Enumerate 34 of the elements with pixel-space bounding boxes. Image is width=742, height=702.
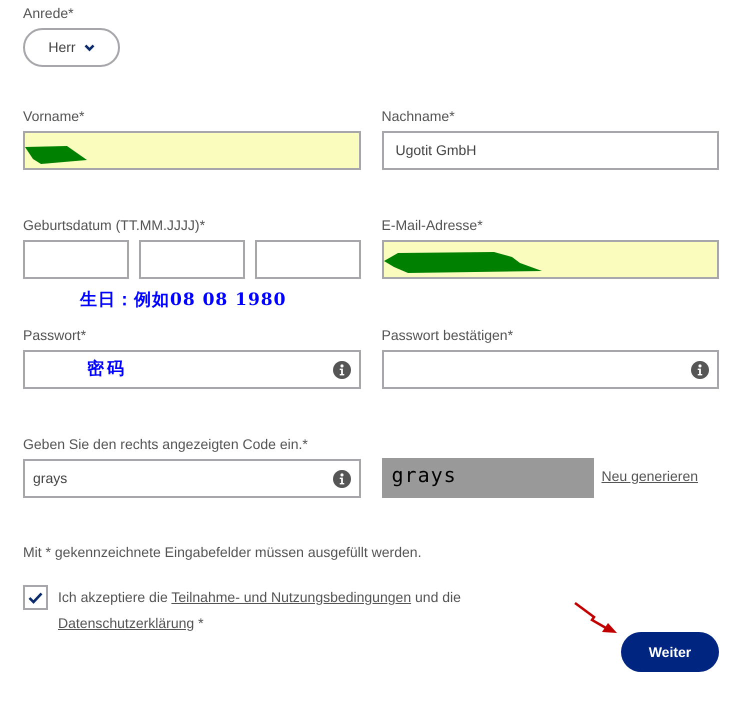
date-part-field[interactable] bbox=[254, 240, 360, 279]
checkmark-icon bbox=[28, 592, 43, 604]
field-label: Vorname* bbox=[23, 107, 86, 125]
field-label: Geben Sie den rechts angezeigten Code ein.* bbox=[23, 435, 309, 453]
submit-button[interactable]: Weiter bbox=[621, 632, 719, 672]
field-label: E-Mail-Adresse* bbox=[382, 216, 484, 234]
regenerate-link[interactable]: Neu generieren bbox=[602, 466, 698, 487]
chevron-down-icon bbox=[84, 44, 95, 52]
privacy-link[interactable]: Datenschutzerklärung bbox=[58, 615, 194, 631]
salutation-dropdown[interactable]: Herr bbox=[23, 28, 120, 67]
field-label: Passwort bestätigen* bbox=[382, 326, 514, 344]
annotation-text: 生日：例如08 08 1980 bbox=[80, 289, 286, 312]
info-icon[interactable] bbox=[332, 470, 350, 488]
input-field[interactable] bbox=[382, 240, 719, 279]
field-label: Nachname* bbox=[382, 107, 456, 125]
consent-text: Ich akzeptiere die Teilnahme- und Nutzungsbedingungen und die Datenschutzerklärung * bbox=[58, 588, 462, 633]
terms-link[interactable]: Teilnahme- und Nutzungsbedingungen bbox=[171, 589, 412, 605]
password-field[interactable] bbox=[382, 350, 719, 389]
required-note: Mit * gekennzeichnete Eingabefelder müssen ausgefüllt werden. bbox=[23, 543, 422, 562]
checkbox[interactable] bbox=[23, 585, 48, 610]
password-field[interactable]: 密码 bbox=[23, 350, 360, 389]
field-label: Geburtsdatum (TT.MM.JJJJ)* bbox=[23, 216, 206, 234]
annotation-text: 密码 bbox=[87, 358, 127, 379]
input-field[interactable] bbox=[23, 131, 360, 170]
input-field[interactable]: Ugotit GmbH bbox=[382, 131, 719, 170]
field-label: Anrede* bbox=[23, 4, 75, 22]
captcha-image: grays bbox=[382, 458, 594, 498]
info-icon[interactable] bbox=[332, 360, 350, 378]
input-field[interactable]: grays bbox=[23, 459, 360, 498]
field-label: Passwort* bbox=[23, 326, 88, 344]
arrow-annotation bbox=[574, 602, 618, 634]
date-part-field[interactable] bbox=[138, 240, 245, 279]
date-part-field[interactable] bbox=[23, 240, 129, 279]
info-icon[interactable] bbox=[691, 360, 709, 378]
